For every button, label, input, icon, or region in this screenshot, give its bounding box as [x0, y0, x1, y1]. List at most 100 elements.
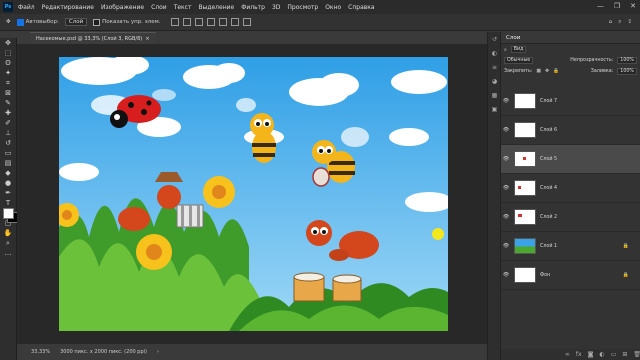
autoselect-label: Автовыбор: [25, 19, 59, 25]
cursor-highlight [432, 228, 444, 240]
visibility-eye-icon[interactable]: 👁 [501, 127, 511, 133]
visibility-eye-icon[interactable]: 👁 [501, 185, 511, 191]
align-top-icon[interactable] [206, 18, 215, 26]
align-middle-icon[interactable] [218, 18, 227, 26]
layers-list: 👁 Слой 7 👁 Слой 6 👁 Слой 5 👁 Слой 4 👁 Сл… [501, 87, 640, 290]
transform-option[interactable]: Показать упр. элем. [93, 18, 161, 26]
menu-help[interactable]: Справка [348, 4, 374, 11]
pen-icon[interactable]: ✒ [0, 188, 16, 198]
stamp-icon[interactable]: ⊥ [0, 128, 16, 138]
menu-3d[interactable]: 3D [272, 4, 280, 11]
layer-name: Фон [540, 272, 551, 278]
autoselect-dropdown[interactable]: Слой [64, 18, 88, 26]
transform-checkbox[interactable] [93, 18, 101, 26]
visibility-eye-icon[interactable]: 👁 [501, 156, 511, 162]
frame-icon[interactable]: ⊠ [0, 88, 16, 98]
align-left-icon[interactable] [170, 18, 179, 26]
status-arrow-icon[interactable]: › [157, 349, 159, 355]
opacity-label: Непрозрачность: [570, 58, 614, 63]
home-icon[interactable]: ⌂ [609, 19, 613, 25]
layer-row[interactable]: 👁 Слой 2 [501, 203, 640, 232]
dodge-icon[interactable]: ● [0, 178, 16, 188]
menu-window[interactable]: Окно [325, 4, 341, 11]
lock-all-icon[interactable]: 🔒 [553, 69, 559, 74]
menu-layers[interactable]: Слои [151, 4, 167, 11]
layer-mask-icon[interactable]: ◙ [588, 351, 594, 358]
close-tab-icon[interactable]: × [145, 36, 149, 42]
group-icon[interactable]: ▭ [611, 351, 617, 358]
eyedropper-icon[interactable]: ✎ [0, 98, 16, 108]
align-right-icon[interactable] [194, 18, 203, 26]
photoshop-logo: Ps [3, 2, 13, 12]
link-layers-icon[interactable]: ∞ [565, 351, 570, 358]
layers-panel-title: Слои [506, 34, 521, 41]
lock-pixels-icon[interactable]: ▦ [536, 69, 541, 74]
menu-file[interactable]: Файл [18, 4, 35, 11]
history-brush-icon[interactable]: ↺ [0, 138, 16, 148]
foreground-color-swatch[interactable] [3, 208, 14, 219]
healing-brush-icon[interactable]: ✚ [0, 108, 16, 118]
align-bottom-icon[interactable] [230, 18, 239, 26]
lock-icon: 🔒 [622, 272, 629, 278]
layer-style-icon[interactable]: fx [576, 351, 582, 358]
visibility-eye-icon[interactable]: 👁 [501, 214, 511, 220]
align-center-icon[interactable] [182, 18, 191, 26]
visibility-eye-icon[interactable]: 👁 [501, 243, 511, 249]
layers-panel-footer: ∞ fx ◙ ◐ ▭ ⊞ 🗑 [501, 349, 640, 360]
canvas-image[interactable] [59, 57, 448, 331]
lasso-icon[interactable]: ʘ [0, 58, 16, 68]
minimize-icon[interactable]: — [597, 2, 604, 10]
tools-panel: ✥ ⬚ ʘ ✦ ⌗ ⊠ ✎ ✚ ✐ ⊥ ↺ ▭ ▤ ◆ ● ✒ T ➤ ▢ ✋ … [0, 38, 18, 360]
layer-row[interactable]: 👁 Слой 1 🔒 [501, 232, 640, 261]
marquee-icon[interactable]: ⬚ [0, 48, 16, 58]
new-layer-icon[interactable]: ⊞ [622, 351, 627, 358]
brush-icon[interactable]: ✐ [0, 118, 16, 128]
lock-position-icon[interactable]: ✥ [545, 69, 549, 74]
document-tab[interactable]: Насекомые.psd @ 33,3% (Слой 3, RGB/8) × [30, 32, 156, 44]
menu-edit[interactable]: Редактирование [42, 4, 94, 11]
share-icon[interactable]: ⇪ [627, 19, 632, 25]
search-icon[interactable]: ⌕ [618, 19, 621, 26]
more-tools-icon[interactable]: … [0, 248, 16, 258]
distribute-icon[interactable] [242, 18, 251, 26]
layer-name: Слой 1 [540, 243, 558, 249]
eraser-icon[interactable]: ▭ [0, 148, 16, 158]
layer-row-selected[interactable]: 👁 Слой 5 [501, 145, 640, 174]
visibility-eye-icon[interactable]: 👁 [501, 272, 511, 278]
layer-row[interactable]: 👁 Слой 6 [501, 116, 640, 145]
menu-image[interactable]: Изображение [101, 4, 144, 11]
fill-input[interactable]: 100% [617, 68, 637, 75]
layers-panel-tab[interactable]: Слои [501, 32, 640, 44]
zoom-icon[interactable]: ⌕ [0, 238, 16, 248]
menu-select[interactable]: Выделение [198, 4, 234, 11]
autoselect-option[interactable]: Автовыбор: [16, 18, 59, 26]
autoselect-checkbox[interactable] [16, 18, 24, 26]
hand-icon[interactable]: ✋ [0, 228, 16, 238]
menu-text[interactable]: Текст [174, 4, 192, 11]
menu-filter[interactable]: Фильтр [241, 4, 265, 11]
cartoon-insects-artwork [59, 57, 448, 331]
menu-bar: Ps Файл Редактирование Изображение Слои … [0, 0, 640, 14]
layer-filter-dropdown[interactable]: Вид [510, 46, 527, 53]
menu-view[interactable]: Просмотр [287, 4, 318, 11]
visibility-eye-icon[interactable]: 👁 [501, 98, 511, 104]
magic-wand-icon[interactable]: ✦ [0, 68, 16, 78]
blend-mode-dropdown[interactable]: Обычные [504, 57, 534, 64]
document-info[interactable]: 3000 пикс. x 2000 пикс. (200 ppi) [60, 349, 147, 355]
maximize-icon[interactable]: ❐ [614, 2, 620, 10]
move-icon[interactable]: ✥ [0, 38, 16, 48]
zoom-level[interactable]: 33,33% [31, 349, 50, 355]
delete-layer-icon[interactable]: 🗑 [633, 351, 640, 358]
close-icon[interactable]: ✕ [630, 2, 636, 10]
options-bar: ✥ Автовыбор: Слой Показать упр. элем. ⌂ … [0, 14, 640, 31]
adjustment-layer-icon[interactable]: ◐ [599, 351, 604, 358]
opacity-input[interactable]: 100% [617, 57, 637, 64]
layer-row[interactable]: 👁 Фон 🔒 [501, 261, 640, 290]
layer-row[interactable]: 👁 Слой 7 [501, 87, 640, 116]
move-tool-icon[interactable]: ✥ [6, 19, 11, 25]
crop-icon[interactable]: ⌗ [0, 78, 16, 88]
blur-icon[interactable]: ◆ [0, 168, 16, 178]
gradient-icon[interactable]: ▤ [0, 158, 16, 168]
type-icon[interactable]: T [0, 198, 16, 208]
layer-row[interactable]: 👁 Слой 4 [501, 174, 640, 203]
